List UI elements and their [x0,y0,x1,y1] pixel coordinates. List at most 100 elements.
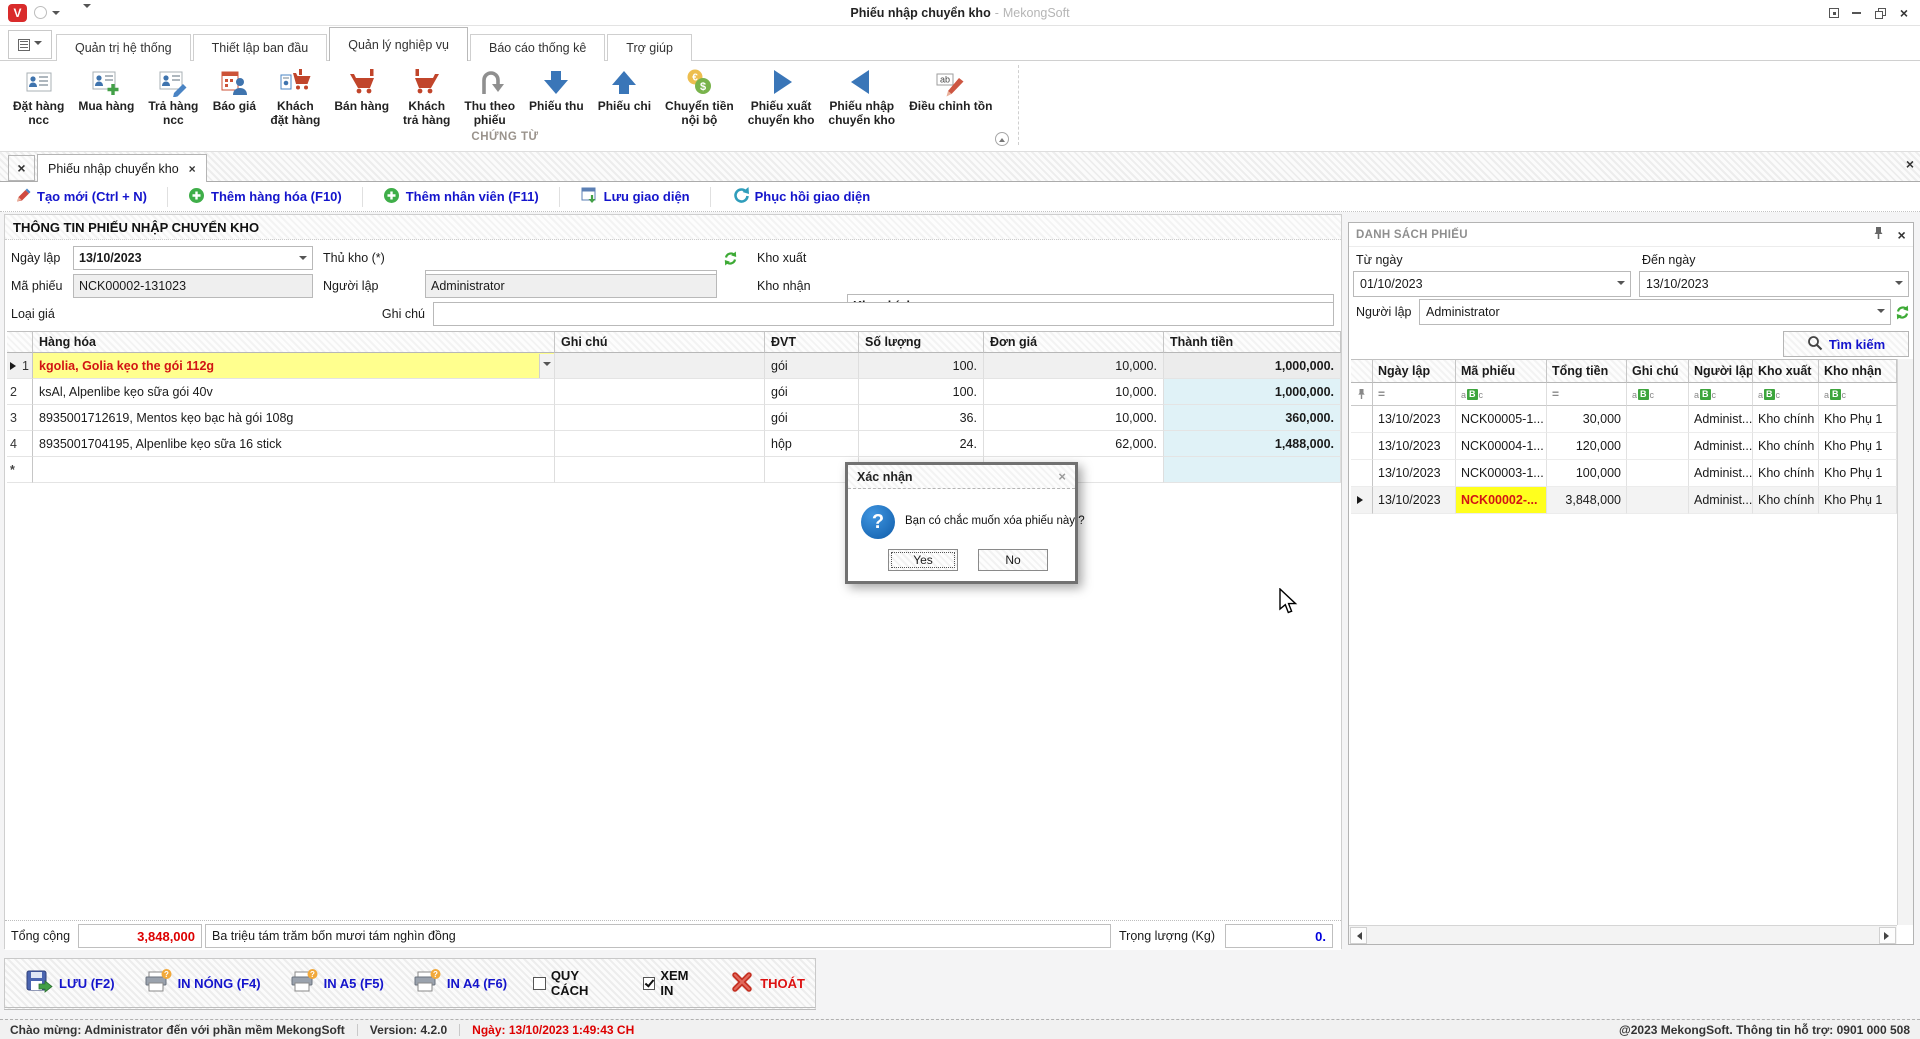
den-ngay-combo[interactable]: 13/10/2023 [1639,271,1909,297]
save-layout-link[interactable]: Lưu giao diện [560,187,711,207]
list-item-selected[interactable]: 13/10/2023 NCK00002-... 3,848,000 Admini… [1351,487,1897,514]
col-don-gia[interactable]: Đơn giá [984,331,1164,353]
search-button[interactable]: Tìm kiếm [1783,331,1909,357]
col-tong-tien[interactable]: Tổng tiền [1547,359,1627,383]
cell-dvt[interactable]: gói [765,379,859,405]
col-thanh-tien[interactable]: Thành tiền [1164,331,1341,353]
list-item[interactable]: 13/10/2023 NCK00005-1... 30,000 Administ… [1351,406,1897,433]
close-all-tabs-button[interactable]: × [8,155,35,181]
app-menu-button[interactable] [8,30,52,59]
ribbon-item-phieu-chi[interactable]: Phiếu chi [591,63,658,116]
ribbon-item-phieu-xuat-chuyen-kho[interactable]: Phiếu xuất chuyển kho [741,63,822,130]
col-nguoi-lap[interactable]: Người lập [1689,359,1753,383]
cell-hang-hoa[interactable]: 8935001712619, Mentos kẹo bạc hà gói 108… [33,405,555,431]
save-button[interactable]: LƯU (F2) [15,965,125,1002]
menu-tab-tro-giup[interactable]: Trợ giúp [607,34,692,61]
col-ma-phieu[interactable]: Mã phiếu [1456,359,1547,383]
cell-don-gia[interactable]: 62,000. [984,431,1164,457]
col-so-luong[interactable]: Số lượng [859,331,984,353]
xem-in-checkbox[interactable]: XEM IN [635,964,713,1002]
panel-nguoi-lap-combo[interactable]: Administrator [1419,299,1891,325]
cell-thanh-tien[interactable]: 1,488,000. [1164,431,1341,457]
ribbon-item-phieu-nhap-chuyen-kho[interactable]: Phiếu nhập chuyển kho [821,63,902,130]
table-row[interactable]: 2 ksAl, Alpenlibe kẹo sữa gói 40v gói 10… [7,379,1341,405]
quy-cach-checkbox[interactable]: QUY CÁCH [525,964,627,1002]
table-row-new[interactable]: * [7,457,1341,483]
tab-close-icon[interactable]: × [189,163,196,175]
dialog-close-icon[interactable]: × [1058,470,1066,483]
vertical-scrollbar[interactable] [1897,359,1913,925]
col-kho-xuat[interactable]: Kho xuất [1753,359,1819,383]
filter-cell[interactable]: aBc [1627,383,1689,406]
cell-ghi-chu[interactable] [555,457,765,483]
yes-button[interactable]: Yes [888,549,958,571]
list-item[interactable]: 13/10/2023 NCK00003-1... 100,000 Adminis… [1351,460,1897,487]
fullscreen-button[interactable] [1826,6,1842,20]
ghi-chu-input[interactable] [433,302,1334,326]
add-employee-link[interactable]: Thêm nhân viên (F11) [363,187,560,207]
cell-ghi-chu[interactable] [555,379,765,405]
ribbon-item-bao-gia[interactable]: Báo giá [205,63,263,116]
cell-so-luong[interactable]: 36. [859,405,984,431]
add-item-link[interactable]: Thêm hàng hóa (F10) [168,187,363,207]
cell-don-gia[interactable]: 10,000. [984,353,1164,379]
col-dvt[interactable]: ĐVT [765,331,859,353]
ribbon-item-tra-hang-ncc[interactable]: Trả hàng ncc [141,63,205,130]
ribbon-item-khach-dat-hang[interactable]: Khách đặt hàng [263,63,327,130]
cell-thanh-tien[interactable]: 1,000,000. [1164,353,1341,379]
filter-cell[interactable]: aBc [1456,383,1547,406]
ribbon-collapse-button[interactable] [995,132,1009,146]
cell-hang-hoa[interactable] [33,457,555,483]
ribbon-item-ban-hang[interactable]: Bán hàng [327,63,396,116]
menu-tab-quan-tri-he-thong[interactable]: Quản trị hệ thống [56,34,191,61]
ngay-lap-combo[interactable]: 13/10/2023 [73,246,313,270]
create-new-link[interactable]: Tạo mới (Ctrl + N) [12,187,168,207]
ribbon-item-phieu-thu[interactable]: Phiếu thu [522,63,591,116]
cell-so-luong[interactable]: 100. [859,379,984,405]
cell-hang-hoa[interactable]: kgolia, Golia kẹo the gói 112g [33,353,555,379]
cell-hang-hoa[interactable]: 8935001704195, Alpenlibe kẹo sữa 16 stic… [33,431,555,457]
cell-don-gia[interactable]: 10,000. [984,379,1164,405]
no-button[interactable]: No [978,549,1048,571]
close-button[interactable]: × [1896,6,1912,20]
col-ghi-chu[interactable]: Ghi chú [555,331,765,353]
cell-don-gia[interactable]: 10,000. [984,405,1164,431]
filter-cell[interactable]: aBc [1689,383,1753,406]
print-a4-button[interactable]: ? IN A4 (F6) [402,965,517,1001]
table-row[interactable]: 4 8935001704195, Alpenlibe kẹo sữa 16 st… [7,431,1341,457]
cell-ghi-chu[interactable] [555,353,765,379]
tab-phieu-nhap-chuyen-kho[interactable]: Phiếu nhập chuyển kho × [37,154,207,182]
ribbon-item-thu-theo-phieu[interactable]: Thu theo phiếu [457,63,522,130]
print-hot-button[interactable]: ? IN NÓNG (F4) [133,965,271,1001]
filter-cell[interactable]: aBc [1819,383,1897,406]
cell-dvt[interactable]: hộp [765,431,859,457]
cell-thanh-tien[interactable]: 1,000,000. [1164,379,1341,405]
cell-ghi-chu[interactable] [555,431,765,457]
cell-ghi-chu[interactable] [555,405,765,431]
refresh-icon[interactable] [1893,302,1911,322]
cell-dvt[interactable]: gói [765,405,859,431]
exit-button[interactable]: THOÁT [720,967,815,1000]
menu-tab-quan-ly-nghiep-vu[interactable]: Quản lý nghiệp vụ [329,27,468,61]
filter-cell[interactable]: = [1547,383,1627,406]
col-ngay-lap[interactable]: Ngày lập [1373,359,1456,383]
print-a5-button[interactable]: ? IN A5 (F5) [279,965,394,1001]
menu-tab-bao-cao-thong-ke[interactable]: Báo cáo thống kê [470,34,605,61]
nguoi-lap-field[interactable]: Administrator [425,274,717,298]
ribbon-item-dieu-chinh-ton[interactable]: ab Điều chỉnh tồn [902,63,999,116]
col-ghi-chu[interactable]: Ghi chú [1627,359,1689,383]
restore-button[interactable] [1872,6,1888,20]
scroll-right-button[interactable] [1879,927,1896,944]
panel-close-icon[interactable]: × [1898,228,1906,242]
filter-cell[interactable]: = [1373,383,1456,406]
table-row[interactable]: 3 8935001712619, Mentos kẹo bạc hà gói 1… [7,405,1341,431]
panel-close-right-button[interactable]: × [1906,157,1914,172]
table-row[interactable]: 1 kgolia, Golia kẹo the gói 112g gói 100… [7,353,1341,379]
cell-hang-hoa[interactable]: ksAl, Alpenlibe kẹo sữa gói 40v [33,379,555,405]
list-item[interactable]: 13/10/2023 NCK00004-1... 120,000 Adminis… [1351,433,1897,460]
tu-ngay-combo[interactable]: 01/10/2023 [1353,271,1631,297]
ribbon-item-khach-tra-hang[interactable]: Khách trả hàng [396,63,457,130]
horizontal-scrollbar[interactable] [1349,925,1897,944]
cell-thanh-tien[interactable] [1164,457,1341,483]
menu-tab-thiet-lap-ban-dau[interactable]: Thiết lập ban đầu [193,34,328,61]
